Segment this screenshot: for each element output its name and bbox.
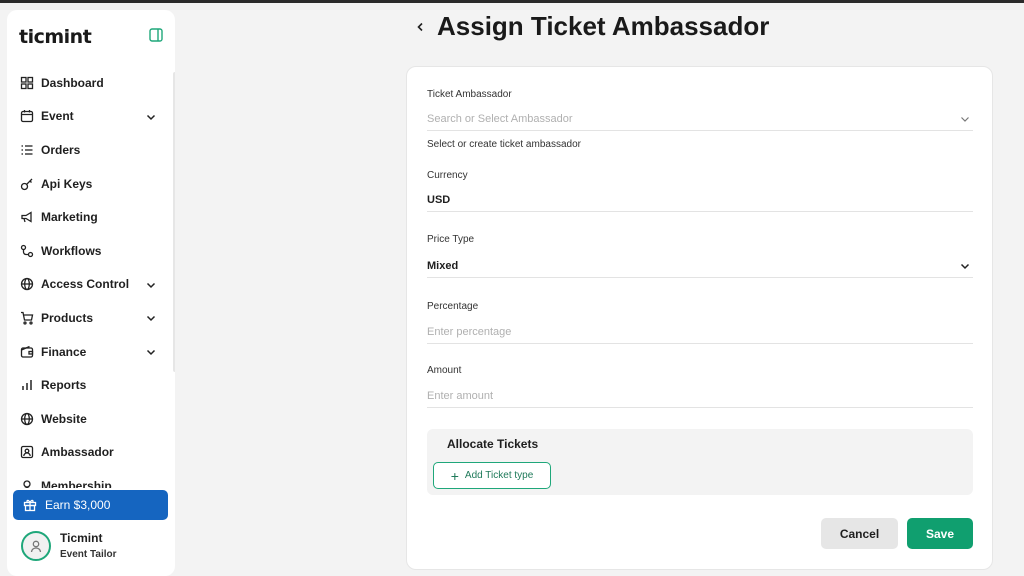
key-icon bbox=[20, 177, 34, 191]
logo-row: ticmint bbox=[19, 26, 165, 48]
sidebar-item-label: Api Keys bbox=[41, 176, 93, 191]
ambassador-select[interactable]: Search or Select Ambassador bbox=[427, 107, 973, 131]
ambassador-placeholder: Search or Select Ambassador bbox=[427, 112, 573, 125]
add-ticket-type-button[interactable]: + Add Ticket type bbox=[433, 462, 551, 489]
sidebar-item-label: Workflows bbox=[41, 243, 102, 258]
gift-icon bbox=[23, 498, 37, 512]
amount-label: Amount bbox=[427, 365, 462, 376]
sidebar-nav: Dashboard Event Orders Api Keys Marketin… bbox=[7, 66, 169, 503]
user-name: Ticmint bbox=[60, 531, 103, 545]
globe-lock-icon bbox=[20, 277, 34, 291]
currency-field[interactable]: USD bbox=[427, 188, 973, 212]
megaphone-icon bbox=[20, 210, 34, 224]
bar-chart-icon bbox=[20, 378, 34, 392]
sidebar-item-ambassador[interactable]: Ambassador bbox=[7, 436, 169, 470]
sidebar-item-label: Reports bbox=[41, 378, 87, 393]
ambassador-helper-text: Select or create ticket ambassador bbox=[427, 139, 581, 150]
currency-label: Currency bbox=[427, 170, 468, 181]
chevron-down-icon[interactable] bbox=[145, 312, 157, 324]
earn-label: Earn $3,000 bbox=[45, 498, 111, 512]
sidebar-item-label: Products bbox=[41, 310, 94, 325]
user-icon bbox=[30, 540, 42, 553]
sidebar-item-label: Website bbox=[41, 411, 87, 426]
cancel-button[interactable]: Cancel bbox=[821, 518, 898, 549]
back-icon[interactable] bbox=[414, 20, 426, 34]
sidebar-item-event[interactable]: Event bbox=[7, 100, 169, 134]
chevron-down-icon[interactable] bbox=[145, 346, 157, 358]
sidebar-item-label: Event bbox=[41, 109, 74, 124]
sidebar-item-reports[interactable]: Reports bbox=[7, 368, 169, 402]
dashboard-icon bbox=[20, 76, 34, 90]
sidebar-item-dashboard[interactable]: Dashboard bbox=[7, 66, 169, 100]
add-ticket-type-label: Add Ticket type bbox=[464, 470, 534, 481]
app-logo: ticmint bbox=[19, 26, 92, 48]
sidebar-item-label: Access Control bbox=[41, 277, 130, 292]
percentage-placeholder: Enter percentage bbox=[427, 325, 512, 338]
chevron-down-icon[interactable] bbox=[145, 111, 157, 123]
sidebar-item-label: Finance bbox=[41, 344, 87, 359]
user-profile[interactable]: Ticmint Event Tailor bbox=[21, 528, 171, 568]
sidebar-item-api-keys[interactable]: Api Keys bbox=[7, 167, 169, 201]
sidebar-item-website[interactable]: Website bbox=[7, 402, 169, 436]
sidebar-scrollbar[interactable] bbox=[173, 72, 175, 372]
percentage-input[interactable]: Enter percentage bbox=[427, 320, 973, 344]
plus-icon: + bbox=[450, 467, 459, 484]
page-title: Assign Ticket Ambassador bbox=[437, 11, 770, 41]
assign-ambassador-form: Ticket Ambassador Search or Select Ambas… bbox=[406, 66, 993, 570]
sidebar-item-finance[interactable]: Finance bbox=[7, 335, 169, 369]
sidebar-item-products[interactable]: Products bbox=[7, 301, 169, 335]
save-button[interactable]: Save bbox=[907, 518, 973, 549]
id-badge-icon bbox=[20, 445, 34, 459]
sidebar-item-label: Dashboard bbox=[41, 75, 104, 90]
sidebar-item-workflows[interactable]: Workflows bbox=[7, 234, 169, 268]
price-type-label: Price Type bbox=[427, 234, 475, 245]
avatar[interactable] bbox=[21, 531, 51, 561]
percentage-label: Percentage bbox=[427, 301, 479, 312]
sidebar-item-label: Orders bbox=[41, 142, 81, 157]
sidebar-item-label: Marketing bbox=[41, 210, 98, 225]
sidebar: ticmint Dashboard Event Orders Api Keys … bbox=[7, 10, 175, 576]
ambassador-label: Ticket Ambassador bbox=[427, 89, 512, 100]
allocate-tickets-section: Allocate Tickets + Add Ticket type bbox=[427, 429, 973, 495]
calendar-icon bbox=[20, 109, 34, 123]
currency-value: USD bbox=[427, 193, 451, 206]
allocate-tickets-title: Allocate Tickets bbox=[447, 437, 539, 451]
user-subtitle: Event Tailor bbox=[60, 549, 117, 560]
price-type-value: Mixed bbox=[427, 259, 459, 272]
sidebar-item-orders[interactable]: Orders bbox=[7, 133, 169, 167]
sidebar-item-access-control[interactable]: Access Control bbox=[7, 268, 169, 302]
amount-placeholder: Enter amount bbox=[427, 389, 494, 402]
amount-input[interactable]: Enter amount bbox=[427, 384, 973, 408]
wallet-icon bbox=[20, 345, 34, 359]
sidebar-item-marketing[interactable]: Marketing bbox=[7, 200, 169, 234]
chevron-down-icon[interactable] bbox=[959, 260, 971, 272]
window-top-border bbox=[0, 0, 1024, 3]
chevron-down-icon[interactable] bbox=[959, 113, 971, 125]
list-icon bbox=[20, 143, 34, 157]
globe-icon bbox=[20, 412, 34, 426]
chevron-down-icon[interactable] bbox=[145, 279, 157, 291]
earn-button[interactable]: Earn $3,000 bbox=[13, 490, 168, 520]
price-type-select[interactable]: Mixed bbox=[427, 254, 973, 278]
workflow-icon bbox=[20, 244, 34, 258]
sidebar-collapse-icon[interactable] bbox=[149, 28, 165, 44]
cart-icon bbox=[20, 311, 34, 325]
sidebar-item-label: Ambassador bbox=[41, 445, 114, 460]
